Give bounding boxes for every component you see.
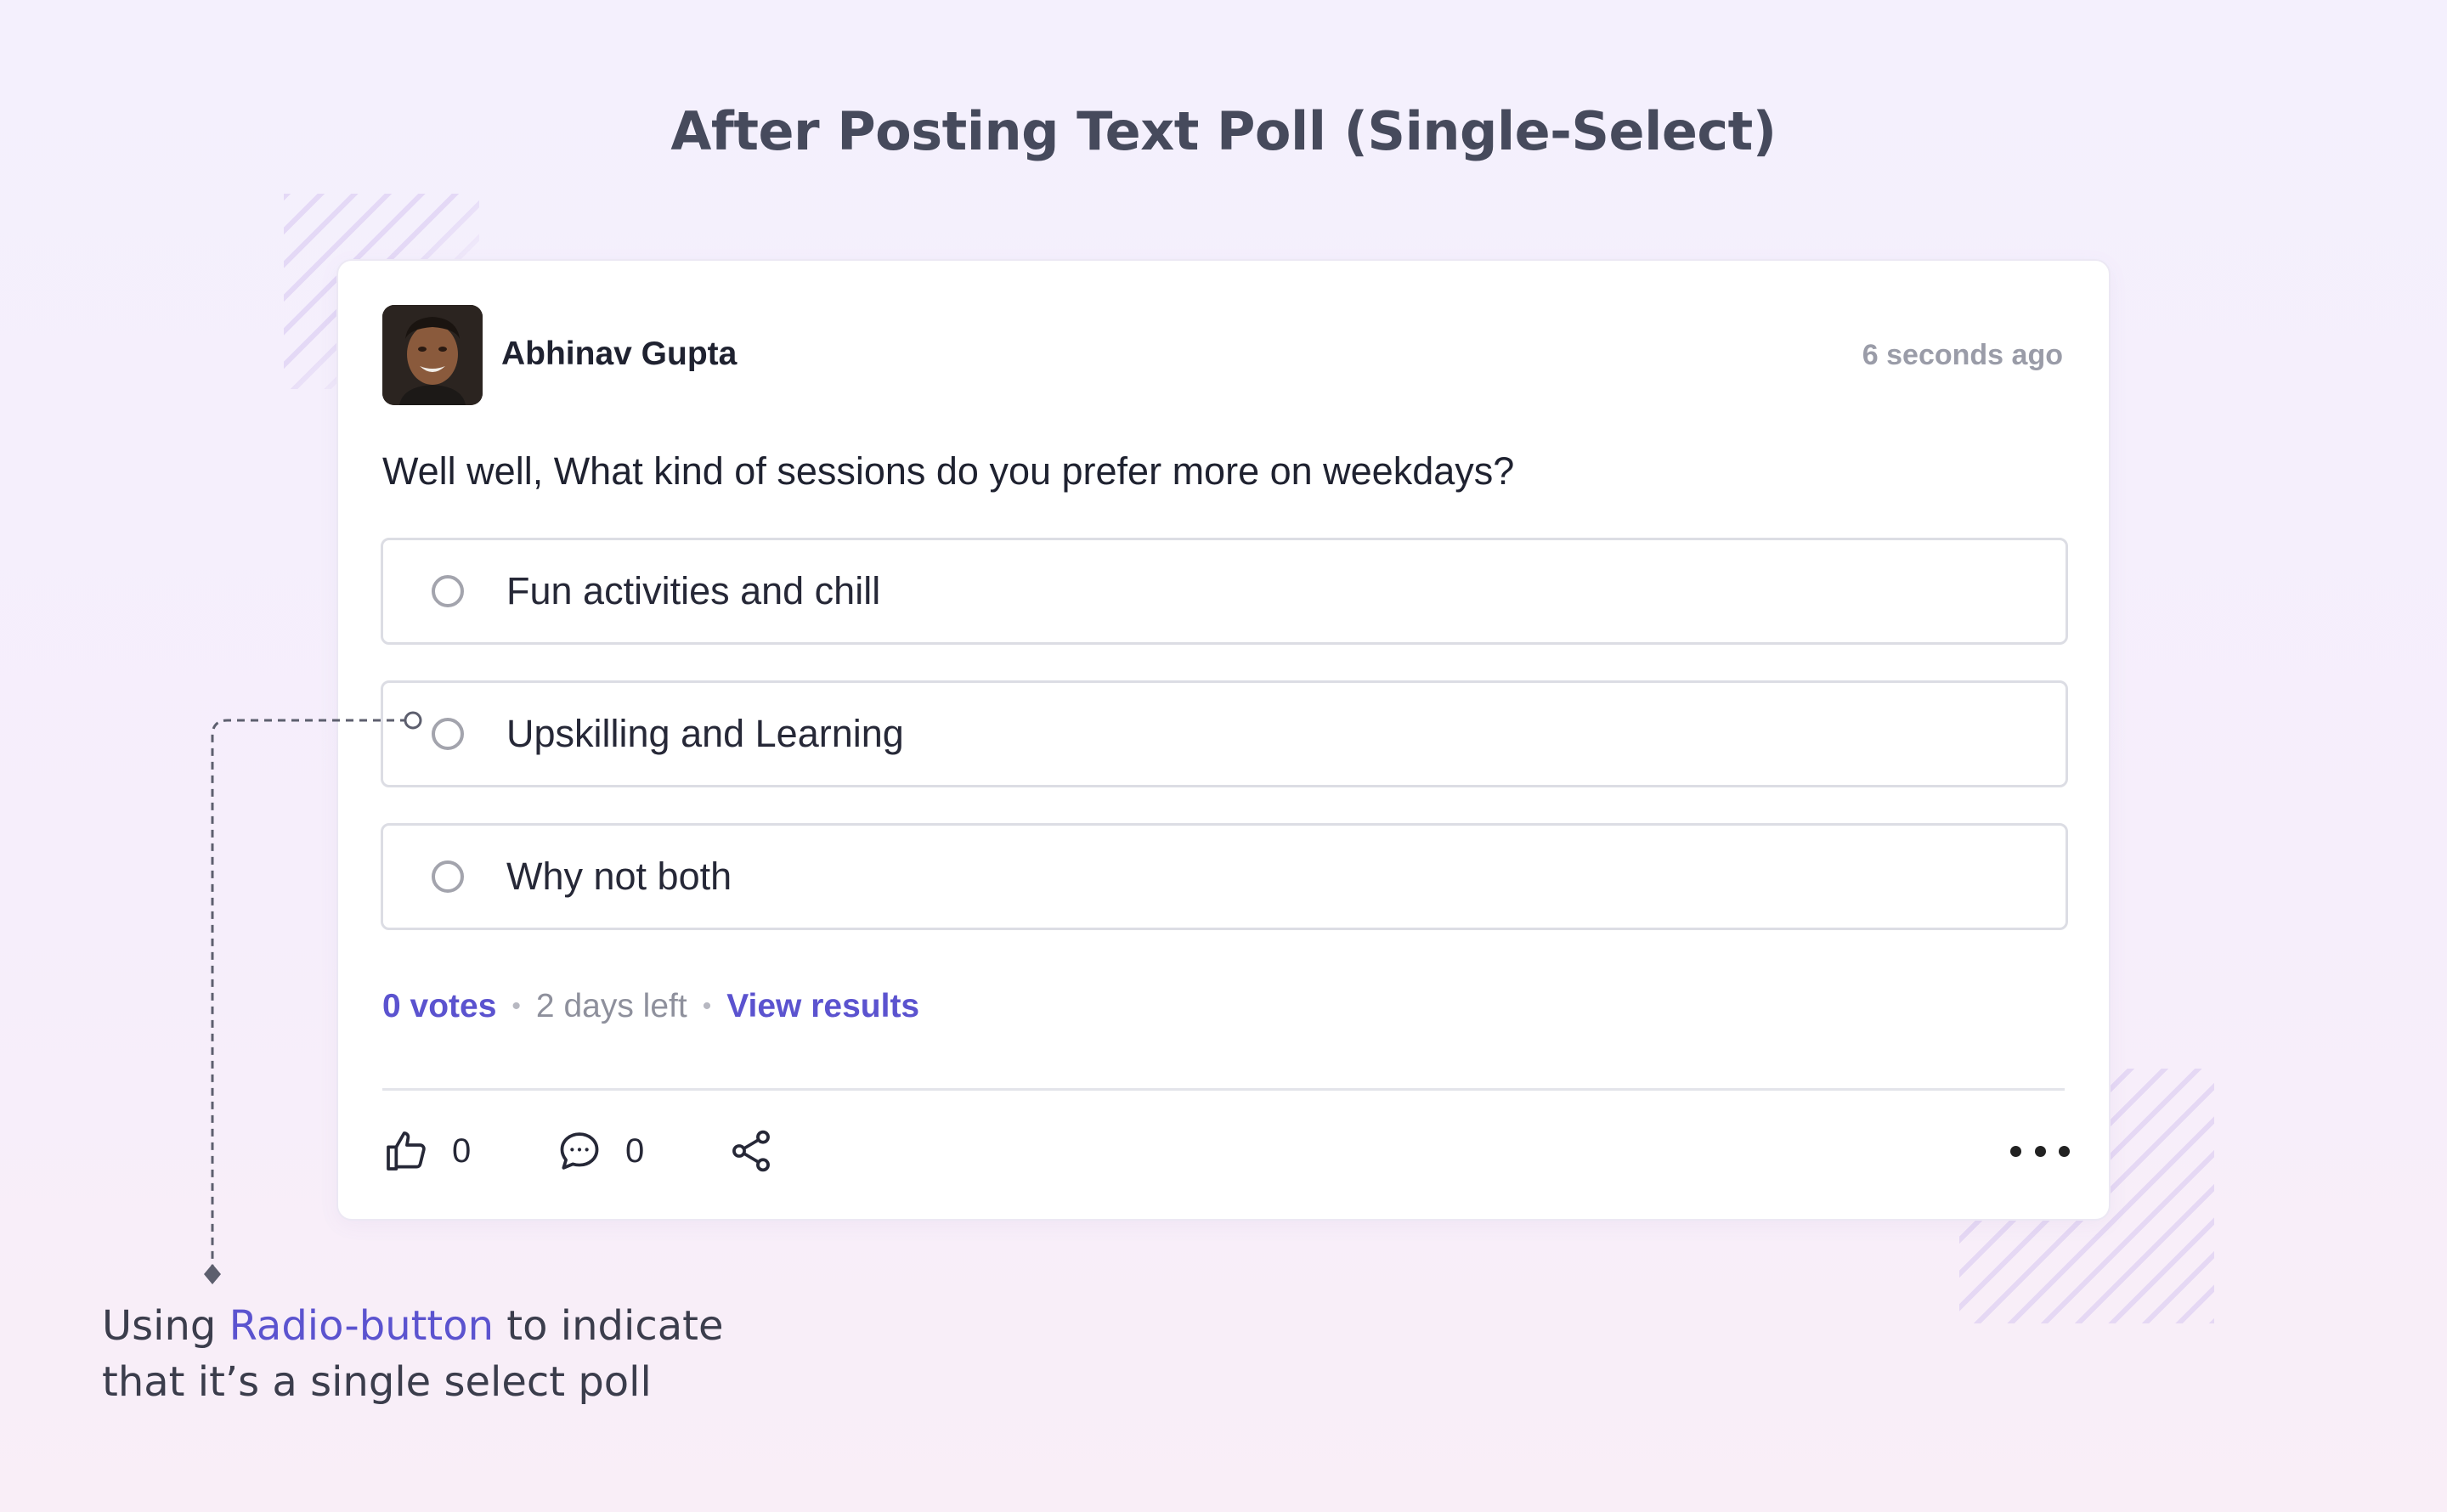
like-button[interactable]: 0 (382, 1126, 471, 1176)
avatar-photo (382, 305, 483, 405)
annotation-prefix: Using (102, 1302, 229, 1350)
poll-option-label: Why not both (506, 855, 732, 898)
poll-option[interactable]: Upskilling and Learning (381, 680, 2068, 787)
comment-button[interactable]: 0 (556, 1126, 644, 1176)
share-button[interactable] (727, 1126, 775, 1176)
annotation-note: Using Radio-button to indicate that it’s… (102, 1298, 867, 1410)
radio-icon[interactable] (432, 718, 464, 750)
radio-icon[interactable] (432, 860, 464, 893)
radio-icon[interactable] (432, 575, 464, 607)
thumbs-up-icon (387, 1131, 426, 1171)
separator-dot: • (702, 992, 712, 1020)
poll-option-label: Fun activities and chill (506, 569, 881, 612)
comment-icon (560, 1132, 599, 1170)
vote-count[interactable]: 0 votes (382, 988, 496, 1025)
view-results-link[interactable]: View results (726, 988, 919, 1025)
divider (382, 1088, 2065, 1091)
more-icon (2010, 1145, 2021, 1157)
page-title: After Posting Text Poll (Single-Select) (670, 100, 1777, 162)
author-name[interactable]: Abhinav Gupta (501, 336, 737, 373)
annotation-line-2: that it’s a single select poll (102, 1358, 652, 1406)
poll-question: Well well, What kind of sessions do you … (382, 449, 1515, 493)
share-icon (732, 1130, 770, 1172)
like-count: 0 (452, 1131, 472, 1170)
avatar[interactable] (382, 305, 483, 405)
poll-option[interactable]: Why not both (381, 823, 2068, 930)
annotation-highlight: Radio-button (229, 1302, 494, 1350)
more-options-button[interactable] (2010, 1134, 2070, 1168)
annotation-suffix: to indicate (494, 1302, 724, 1350)
poll-meta: 0 votes • 2 days left • View results (382, 988, 919, 1025)
separator-dot: • (511, 992, 521, 1020)
poll-option[interactable]: Fun activities and chill (381, 538, 2068, 645)
time-left: 2 days left (535, 988, 687, 1024)
comment-count: 0 (625, 1131, 645, 1170)
post-timestamp: 6 seconds ago (1862, 339, 2063, 371)
poll-post-card: Abhinav Gupta 6 seconds ago Well well, W… (336, 259, 2111, 1221)
poll-option-label: Upskilling and Learning (506, 712, 904, 755)
